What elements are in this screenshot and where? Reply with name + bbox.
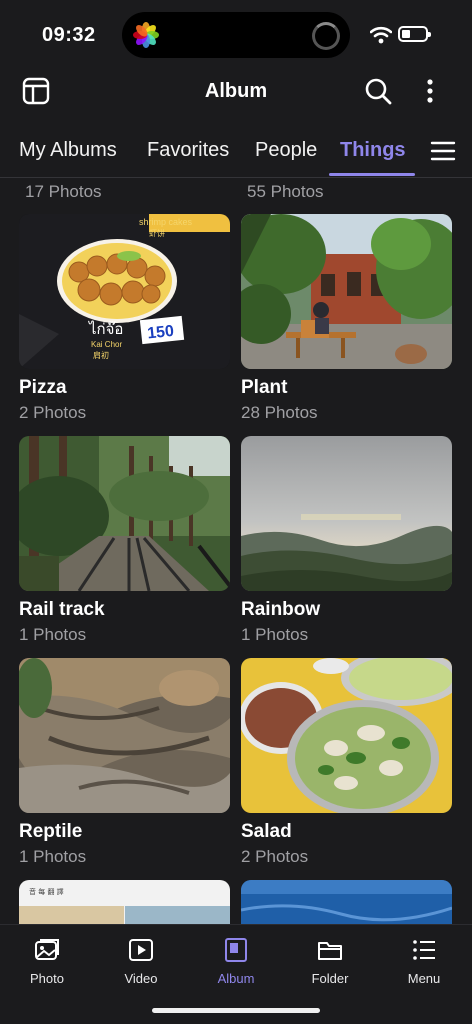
thumb-caption: 150 [146,323,174,343]
album-grid: 17 Photos 55 Photos shrimp cakes 虾饼 ไก่จ… [0,178,472,924]
thumb-caption: 肩初 [93,350,109,360]
album-thumbnail [241,880,452,924]
activity-spinner-icon [312,22,340,50]
album-card-partial[interactable] [241,880,452,924]
album-icon [225,938,247,962]
nav-label: Video [124,971,158,986]
album-card-reptile[interactable]: Reptile 1 Photos [19,658,230,867]
album-thumbnail [241,214,452,369]
nav-album[interactable]: Album [196,937,276,986]
album-name: Rail track [19,599,105,620]
search-icon[interactable] [364,77,392,105]
menu-icon [413,940,435,960]
tab-my-albums[interactable]: My Albums [19,139,117,162]
home-indicator[interactable] [152,1008,320,1013]
app-header: Album [0,68,472,116]
album-thumbnail: 音 每 翻 譯 [19,880,230,924]
page-title: Album [204,80,268,102]
nav-label: Photo [30,971,64,986]
nav-video[interactable]: Video [101,937,181,986]
album-count: 1 Photos [19,625,87,644]
album-card-rainbow[interactable]: Rainbow 1 Photos [241,436,452,645]
video-icon [129,939,153,961]
album-thumbnail [241,658,452,813]
tab-menu-icon[interactable] [430,140,456,162]
active-tab-indicator [329,173,415,176]
thumb-caption: 虾饼 [149,228,165,238]
album-card-salad[interactable]: Salad 2 Photos [241,658,452,867]
album-count: 17 Photos [25,182,102,201]
nav-label: Album [217,971,255,986]
nav-label: Folder [311,971,349,986]
nav-photo[interactable]: Photo [7,937,87,986]
thumb-caption: Kai Chor [91,340,122,349]
album-thumbnail [241,436,452,591]
thumb-caption: shrimp cakes [139,217,193,227]
tab-favorites[interactable]: Favorites [147,139,229,162]
album-thumbnail [19,436,230,591]
wifi-icon [370,26,392,44]
status-bar: 09:32 [0,0,472,72]
album-card-partial[interactable]: 音 每 翻 譯 [19,880,230,924]
more-vertical-icon[interactable] [420,77,440,105]
tab-things[interactable]: Things [340,139,406,162]
album-name: Reptile [19,821,83,842]
photos-app-icon [133,22,159,48]
album-name: Salad [241,821,292,842]
tab-people[interactable]: People [255,139,317,162]
battery-icon [398,26,431,42]
nav-folder[interactable]: Folder [290,937,370,986]
thumb-caption: ไก่จ๊อ [88,320,123,338]
folder-icon [318,942,342,960]
album-count: 2 Photos [19,403,87,422]
album-name: Rainbow [241,599,321,620]
album-card-rail-track[interactable]: Rail track 1 Photos [19,436,230,645]
thumb-caption: 音 每 翻 譯 [29,887,64,896]
album-count: 1 Photos [19,847,87,866]
album-tabs: My Albums Favorites People Things [0,122,472,178]
album-thumbnail: shrimp cakes 虾饼 ไก่จ๊อ Kai Chor 肩初 150 [19,214,230,369]
album-thumbnail [19,658,230,813]
album-count: 28 Photos [241,403,318,422]
status-time: 09:32 [42,24,96,46]
album-count: 1 Photos [241,625,309,644]
album-card-plant[interactable]: Plant 28 Photos [241,214,452,423]
nav-menu[interactable]: Menu [384,937,464,986]
album-count: 55 Photos [247,182,324,201]
album-name: Plant [241,377,288,398]
nav-label: Menu [407,971,441,986]
album-card-pizza[interactable]: shrimp cakes 虾饼 ไก่จ๊อ Kai Chor 肩初 150 P… [19,214,230,423]
album-count: 2 Photos [241,847,309,866]
photo-icon [35,939,59,960]
album-name: Pizza [19,377,67,398]
dynamic-island [122,12,350,58]
